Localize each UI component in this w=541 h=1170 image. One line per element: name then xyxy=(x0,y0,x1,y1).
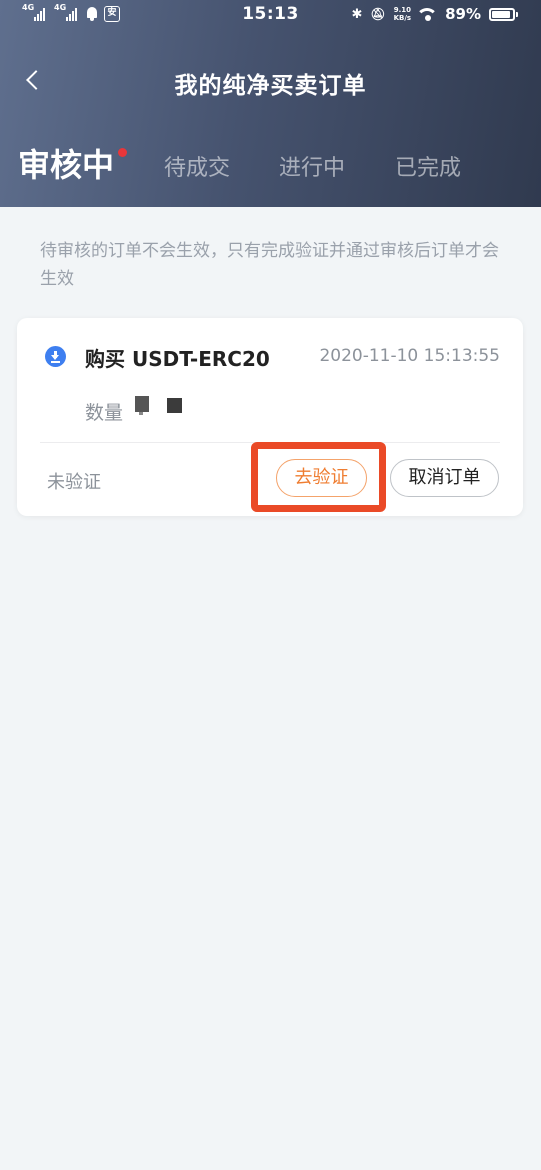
battery-percent: 89% xyxy=(445,5,481,23)
download-icon xyxy=(45,346,66,367)
status-bar-right: ✱ 🔕︎ 9.10 KB/s 89% xyxy=(351,5,518,23)
order-card[interactable]: 购买 USDT-ERC20 2020-11-10 15:13:55 数量 未验证… xyxy=(17,318,523,516)
page-title: 我的纯净买卖订单 xyxy=(174,73,367,99)
notification-dot xyxy=(118,148,127,157)
speed-value: 9.10 xyxy=(393,6,411,14)
tab-in-progress[interactable]: 进行中 xyxy=(279,150,345,182)
quantity-label: 数量 xyxy=(85,402,124,424)
battery-icon xyxy=(489,7,518,21)
bluetooth-icon: ✱ xyxy=(351,6,363,22)
speed-unit: KB/s xyxy=(393,14,412,22)
tab-reviewing[interactable]: 审核中 xyxy=(18,140,114,186)
tab-pending-deal[interactable]: 待成交 xyxy=(164,150,230,182)
order-time: 2020-11-10 15:13:55 xyxy=(319,346,500,366)
status-bar: 4G 4G 安 15:13 ✱ 🔕︎ 9.10 KB/s 89% xyxy=(0,0,541,30)
redacted-block xyxy=(167,398,182,413)
review-notice: 待审核的订单不会生效，只有完成验证并通过审核后订单才会生效 xyxy=(40,241,499,289)
order-tabs: 审核中 待成交 进行中 已完成 xyxy=(0,140,541,190)
order-title: 购买 USDT-ERC20 xyxy=(85,347,270,371)
network-speed: 9.10 KB/s xyxy=(394,6,411,22)
cancel-order-button[interactable]: 取消订单 xyxy=(390,459,499,497)
nav-bar: 我的纯净买卖订单 xyxy=(0,52,541,108)
header: 4G 4G 安 15:13 ✱ 🔕︎ 9.10 KB/s 89% 我的纯净买卖订… xyxy=(0,0,541,207)
tab-completed[interactable]: 已完成 xyxy=(395,150,461,182)
highlight-box xyxy=(251,442,386,512)
verification-status: 未验证 xyxy=(47,472,101,493)
mute-icon: 🔕︎ xyxy=(370,7,386,21)
wifi-icon xyxy=(419,7,438,21)
redacted-block xyxy=(135,396,149,415)
